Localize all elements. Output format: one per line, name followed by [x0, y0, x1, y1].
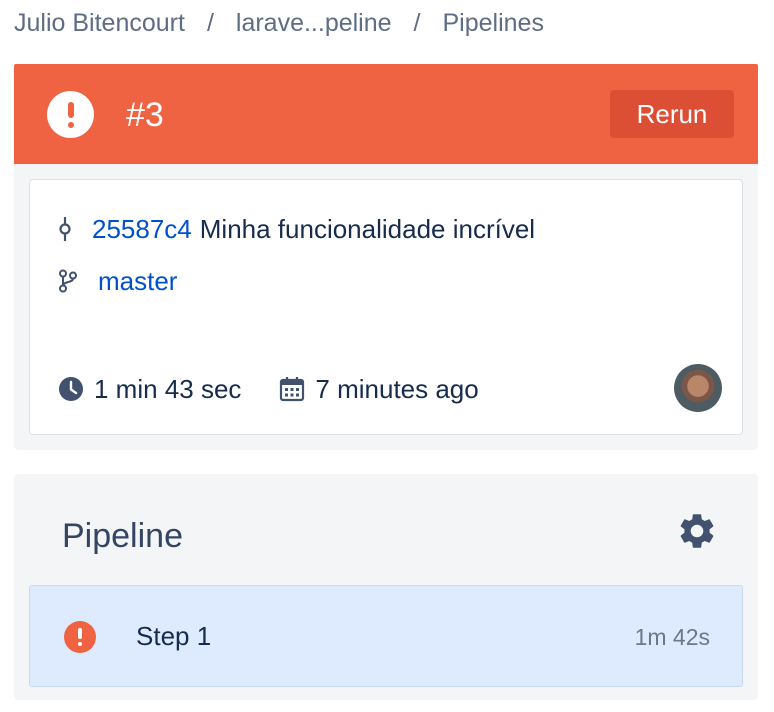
pipeline-panel: Pipeline Step 1 1m 42s	[14, 474, 758, 700]
commit-hash-link[interactable]: 25587c4	[92, 214, 192, 245]
exclamation-circle-icon	[64, 621, 96, 653]
exclamation-circle-icon	[47, 91, 94, 138]
breadcrumb-separator: /	[413, 8, 421, 37]
calendar-icon	[280, 377, 305, 402]
duration-text: 1 min 43 sec	[94, 373, 242, 404]
pipeline-step-row[interactable]: Step 1 1m 42s	[29, 585, 743, 687]
breadcrumb-item-workspace[interactable]: Julio Bitencourt	[14, 9, 185, 38]
started-time-text: 7 minutes ago	[315, 373, 479, 404]
breadcrumb-separator: /	[206, 8, 214, 37]
gear-icon[interactable]	[676, 510, 718, 552]
step-duration: 1m 42s	[634, 624, 710, 650]
branch-icon	[59, 269, 77, 293]
pipeline-title: Pipeline	[62, 517, 183, 555]
step-name: Step 1	[136, 621, 212, 651]
branch-row: master	[58, 262, 177, 300]
pipeline-status-header: #3 Rerun	[14, 64, 758, 164]
clock-icon	[59, 377, 83, 401]
run-summary-card: 25587c4 Minha funcionalidade incrível ma…	[29, 179, 743, 435]
commit-message: Minha funcionalidade incrível	[199, 213, 536, 244]
run-number: #3	[126, 96, 164, 134]
run-meta-row: 1 min 43 sec 7 minutes ago	[58, 370, 479, 408]
breadcrumb-item-pipelines[interactable]: Pipelines	[443, 9, 544, 38]
rerun-button[interactable]: Rerun	[610, 90, 734, 138]
run-summary-panel: 25587c4 Minha funcionalidade incrível ma…	[14, 164, 758, 450]
commit-row: 25587c4 Minha funcionalidade incrível	[58, 210, 535, 248]
user-avatar[interactable]	[674, 364, 722, 412]
branch-link[interactable]: master	[98, 266, 177, 297]
breadcrumb-item-repository[interactable]: larave...peline	[236, 9, 392, 38]
breadcrumb: Julio Bitencourt / larave...peline / Pip…	[14, 6, 544, 40]
commit-icon	[59, 217, 71, 241]
